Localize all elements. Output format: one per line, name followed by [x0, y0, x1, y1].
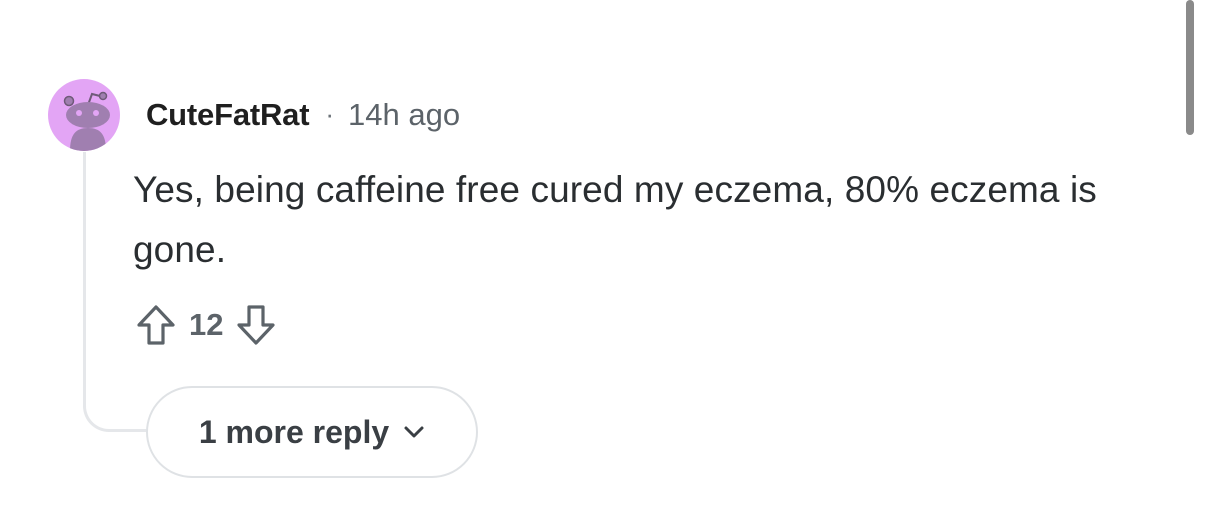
downvote-button[interactable] [233, 301, 279, 349]
separator-dot: · [325, 98, 335, 129]
more-replies-label: 1 more reply [198, 413, 390, 450]
comment-header: CuteFatRat · 14h ago [146, 95, 460, 135]
comment-text: Yes, being caffeine free cured my eczema… [133, 169, 1097, 270]
avatar[interactable] [48, 79, 120, 151]
scrollbar-thumb[interactable] [1186, 0, 1194, 135]
chevron-down-icon [403, 425, 425, 439]
more-replies-button[interactable]: 1 more reply [146, 386, 478, 478]
arrow-down-outline-icon [237, 305, 276, 345]
vote-row: 12 [133, 300, 279, 350]
upvote-button[interactable] [133, 301, 179, 349]
vote-score: 12 [189, 307, 224, 342]
username[interactable]: CuteFatRat [146, 97, 310, 133]
snoo-avatar-icon [63, 91, 110, 151]
timestamp: 14h ago [348, 97, 461, 132]
arrow-up-outline-icon [137, 305, 175, 345]
